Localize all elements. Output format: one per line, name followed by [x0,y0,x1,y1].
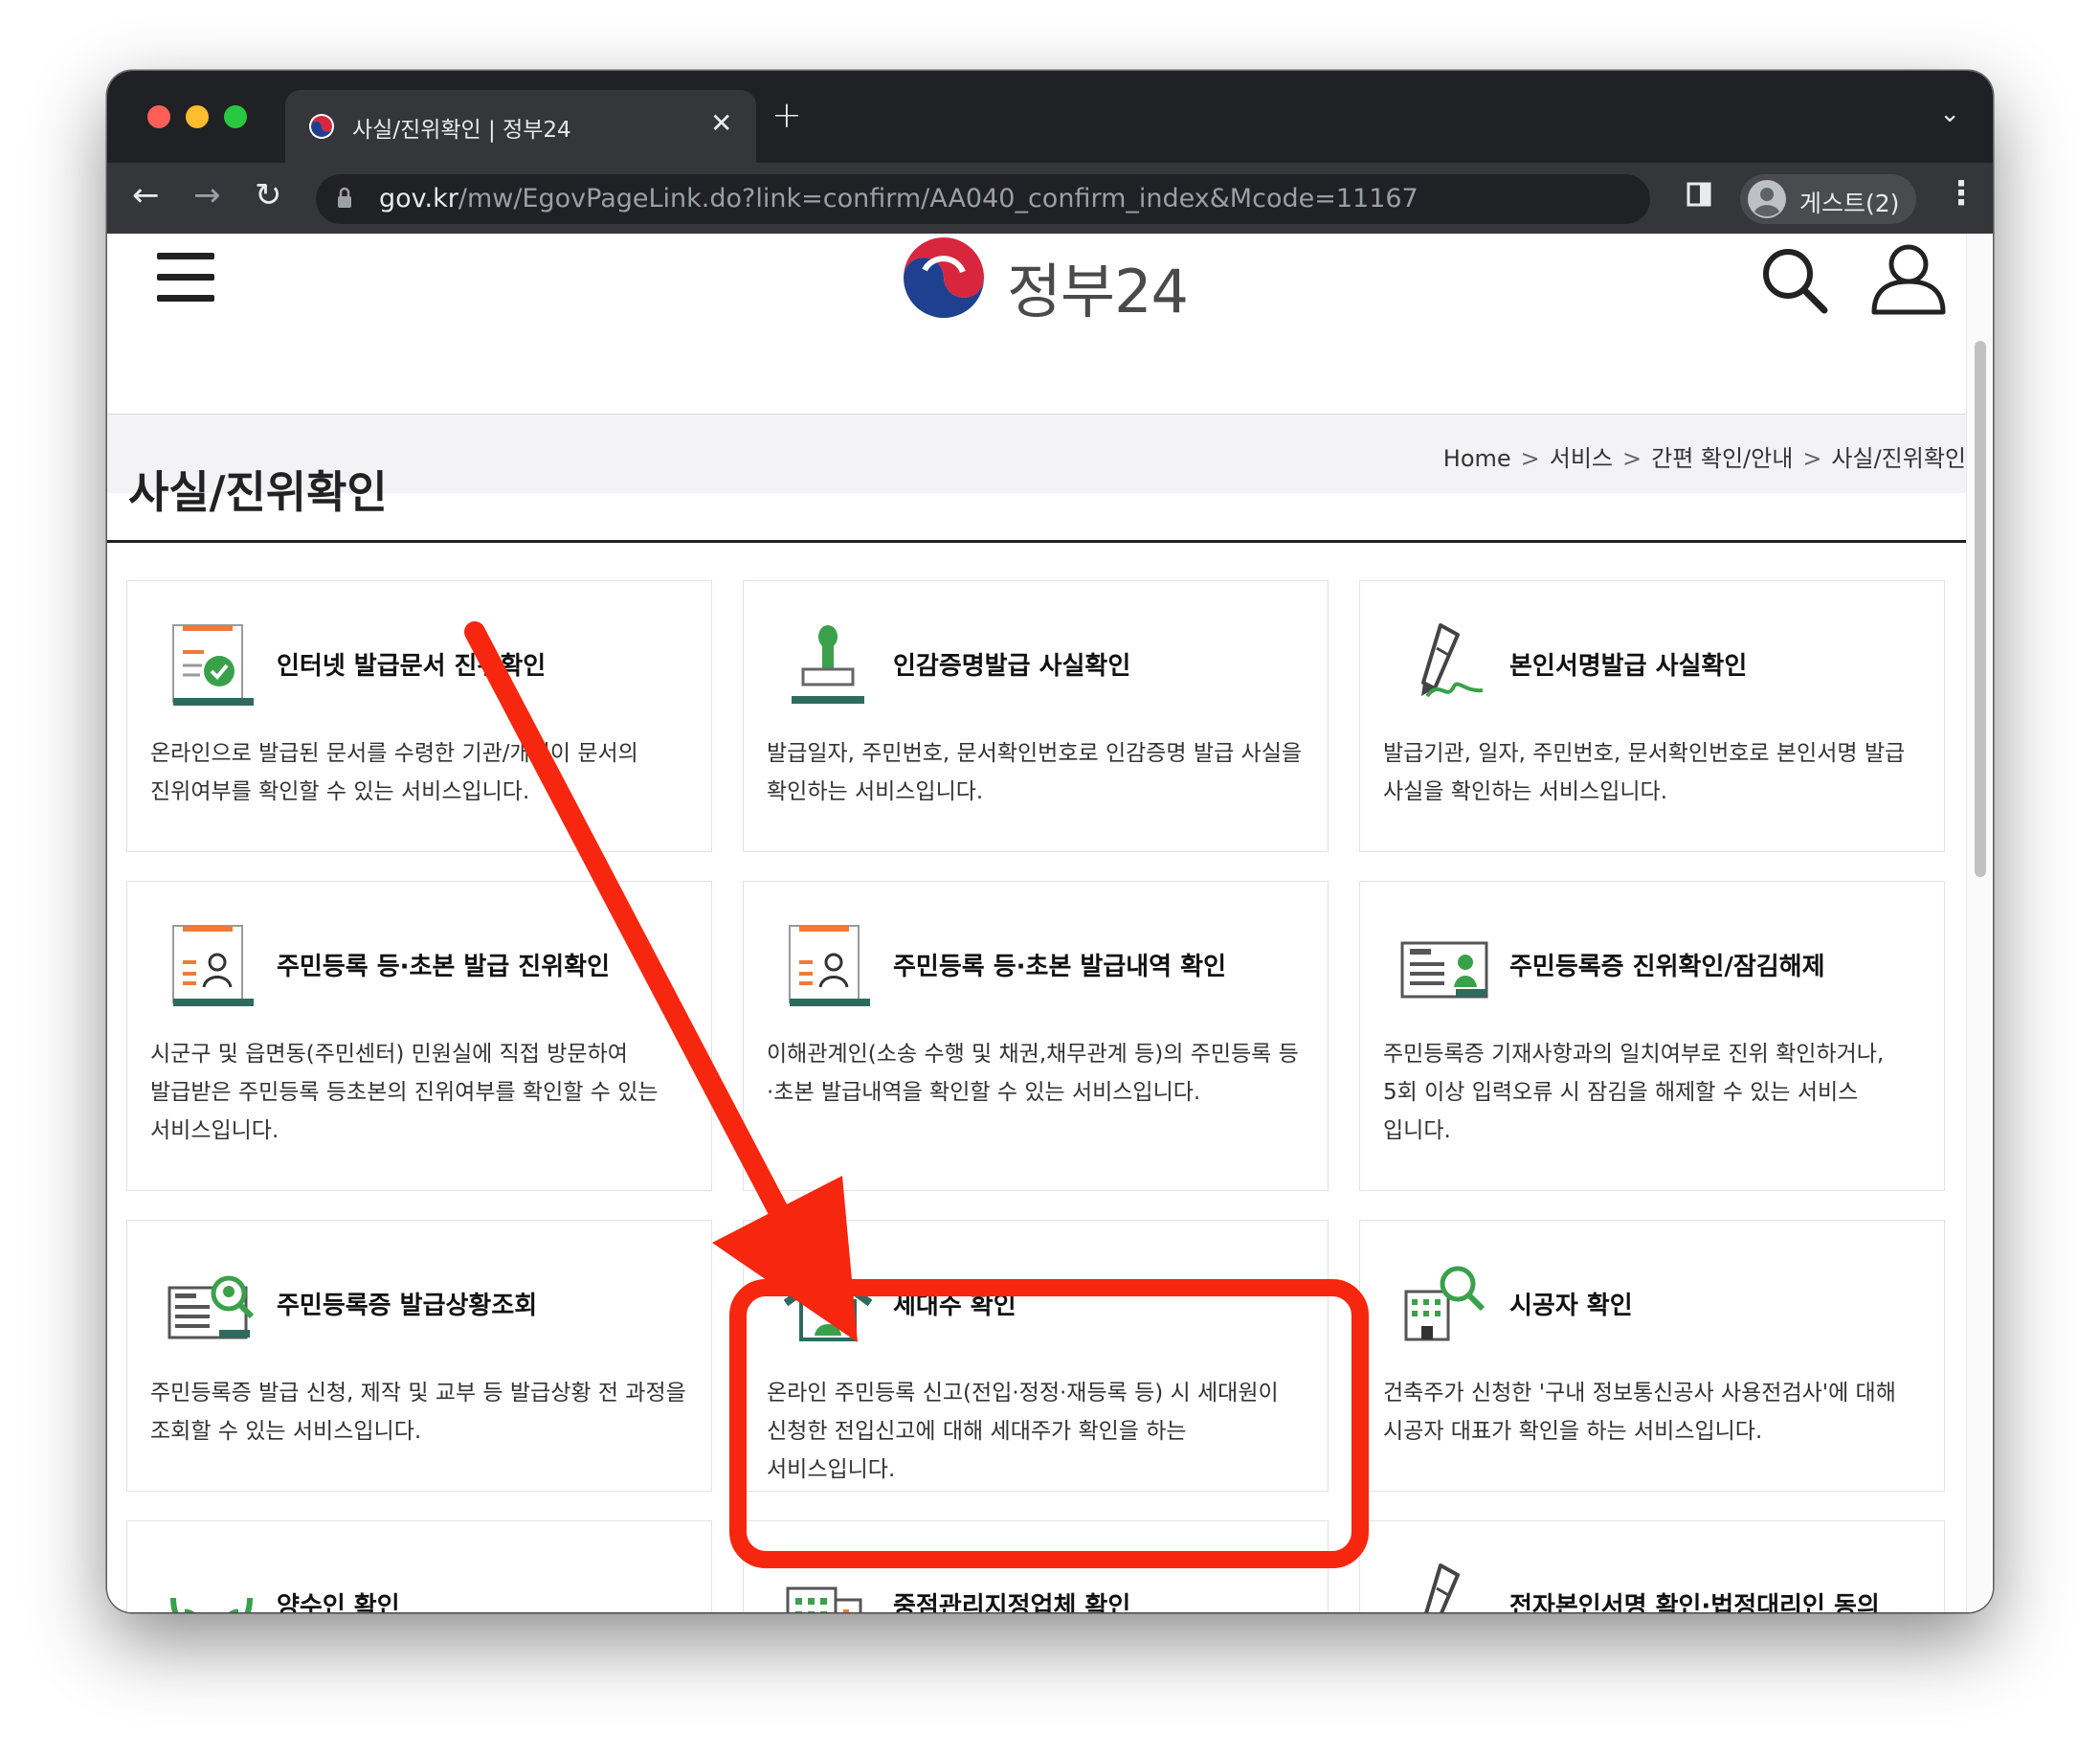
profile-button[interactable]: 게스트(2) [1740,174,1916,224]
forward-button[interactable]: → [193,176,221,214]
id-card-icon [1400,941,1488,999]
new-tab-button[interactable]: + [771,94,802,136]
window-zoom-button[interactable] [224,105,247,128]
card-desc: 시군구 및 읍면동(주민센터) 민원실에 직접 방문하여 발급받은 주민등록 등… [150,1042,659,1143]
pen-signature-icon [1421,623,1484,698]
resident-document-icon [172,925,254,1006]
breadcrumb-separator: > [1622,445,1642,472]
card-contractor-confirm[interactable]: 시공자 확인 건축주가 신청한 '구내 정보통신공사 사용전검사'에 대해 시공… [1359,1220,1945,1492]
gov24-logo[interactable]: 정부24 [896,234,1202,327]
url-text: gov.kr/mw/EgovPageLink.do?link=confirm/A… [379,184,1419,214]
card-resident-history-check[interactable]: 주민등록 등·초본 발급내역 확인 이해관계인(소송 수행 및 채권,채무관계 … [743,881,1329,1191]
scrollbar-thumb[interactable] [1975,341,1986,877]
back-button[interactable]: ← [132,176,160,214]
card-seal-cert-verify[interactable]: 인감증명발급 사실확인 발급일자, 주민번호, 문서확인번호로 인감증명 발급 … [743,580,1329,852]
card-title: 중점관리지정업체 확인 [893,1592,1131,1612]
card-desc: 건축주가 신청한 '구내 정보통신공사 사용전검사'에 대해 시공자 대표가 확… [1383,1381,1896,1444]
tab-search-chevron-icon[interactable]: ⌄ [1939,100,1960,128]
card-desc: 주민등록증 발급 신청, 제작 및 교부 등 발급상황 전 과정을 조회할 수 … [150,1381,686,1444]
browser-toolbar: ← → ↻ gov.kr/mw/EgovPageLink.do?link=con… [107,163,1993,234]
card-desc: 발급일자, 주민번호, 문서확인번호로 인감증명 발급 사실을 확인하는 서비스… [767,741,1303,804]
card-title: 주민등록증 발급상황조회 [277,1292,538,1320]
guest-avatar-icon [1748,180,1786,218]
card-transferee-confirm[interactable]: 양수인 확인 [126,1520,712,1612]
tab-bar: 사실/진위확인 | 정부24 ✕ + ⌄ [107,71,1993,163]
page-viewport: 정부24 Home > 서비스 > 간편 확인/안내 > 사실/진위확인 사실/진위확인 [107,234,1966,1612]
card-title: 시공자 확인 [1509,1292,1633,1320]
seal-stamp-icon [792,625,864,704]
gov24-favicon-icon [309,114,334,139]
logo-text: 정부24 [1007,257,1189,326]
card-desc: 주민등록증 기재사항과의 일치여부로 진위 확인하거나, 5회 이상 입력오류 … [1383,1042,1885,1143]
card-internet-doc-verify[interactable]: 인터넷 발급문서 진위확인 온라인으로 발급된 문서를 수령한 기관/개인이 문… [126,580,712,852]
breadcrumb: Home > 서비스 > 간편 확인/안내 > 사실/진위확인 [1443,439,1966,473]
browser-window: 사실/진위확인 | 정부24 ✕ + ⌄ ← → ↻ gov.kr/mw/Ego… [107,71,1993,1612]
card-title: 양수인 확인 [277,1592,400,1612]
breadcrumb-current[interactable]: 사실/진위확인 [1831,445,1966,472]
url-host: gov.kr [379,184,458,214]
card-e-sign-guardian-consent[interactable]: 전자본인서명 확인·법정대리인 동의 [1359,1520,1945,1612]
window-close-button[interactable] [147,105,170,128]
breadcrumb-separator: > [1520,445,1540,472]
profile-label: 게스트(2) [1799,190,1900,217]
document-check-icon [172,624,254,706]
annotation-highlight-box [729,1279,1369,1568]
site-header: 정부24 [107,234,1966,414]
side-panel-icon[interactable] [1687,182,1711,207]
breadcrumb-simple-check[interactable]: 간편 확인/안내 [1651,445,1793,472]
tab-close-icon[interactable]: ✕ [710,107,732,139]
breadcrumb-services[interactable]: 서비스 [1550,445,1613,472]
card-resident-copy-verify[interactable]: 주민등록 등·초본 발급 진위확인 시군구 및 읍면동(주민센터) 민원실에 직… [126,881,712,1191]
breadcrumb-home[interactable]: Home [1443,445,1511,472]
card-self-sign-verify[interactable]: 본인서명발급 사실확인 발급기관, 일자, 주민번호, 문서확인번호로 본인서명… [1359,580,1945,852]
card-desc: 발급기관, 일자, 주민번호, 문서확인번호로 본인서명 발급 사실을 확인하는… [1383,741,1906,804]
card-title: 전자본인서명 확인·법정대리인 동의 [1509,1592,1880,1612]
card-title: 주민등록증 진위확인/잠김해제 [1509,953,1825,981]
search-icon[interactable] [1761,247,1828,314]
active-tab[interactable]: 사실/진위확인 | 정부24 ✕ [285,90,756,163]
address-bar[interactable]: gov.kr/mw/EgovPageLink.do?link=confirm/A… [316,174,1650,224]
pen-signature-icon [1424,1563,1460,1612]
card-title: 주민등록 등·초본 발급 진위확인 [277,953,610,981]
hamburger-menu-icon[interactable] [157,253,214,303]
hands-leaf-icon [170,1597,253,1612]
card-title: 본인서명발급 사실확인 [1509,652,1748,681]
card-title: 주민등록 등·초본 발급내역 확인 [893,953,1226,981]
browser-menu-icon[interactable]: ⋮ [1945,174,1977,213]
window-minimize-button[interactable] [186,105,209,128]
building-search-icon [1404,1266,1486,1341]
url-path: /mw/EgovPageLink.do?link=confirm/AA040_c… [458,184,1419,214]
card-desc: 온라인으로 발급된 문서를 수령한 기관/개인이 문서의 진위여부를 확인할 수… [150,741,638,804]
card-title: 인감증명발급 사실확인 [893,652,1131,681]
card-title: 인터넷 발급문서 진위확인 [277,652,547,681]
vertical-scrollbar[interactable] [1966,234,1993,1612]
card-id-issue-status[interactable]: 주민등록증 발급상황조회 주민등록증 발급 신청, 제작 및 교부 등 발급상황… [126,1220,712,1492]
page-title: 사실/진위확인 [128,466,388,518]
reload-button[interactable]: ↻ [255,176,282,214]
user-icon[interactable] [1868,243,1949,316]
id-card-search-icon [168,1275,255,1339]
breadcrumb-separator: > [1802,445,1822,472]
card-id-verify-unlock[interactable]: 주민등록증 진위확인/잠김해제 주민등록증 기재사항과의 일치여부로 진위 확인… [1359,881,1945,1191]
card-desc: 이해관계인(소송 수행 및 채권,채무관계 등)의 주민등록 등·초본 발급내역… [767,1042,1299,1105]
tab-title: 사실/진위확인 | 정부24 [352,118,571,143]
resident-document-icon [789,925,870,1006]
title-divider [107,540,1966,543]
taegeuk-logo-icon [904,237,984,318]
lock-icon[interactable] [337,187,352,210]
